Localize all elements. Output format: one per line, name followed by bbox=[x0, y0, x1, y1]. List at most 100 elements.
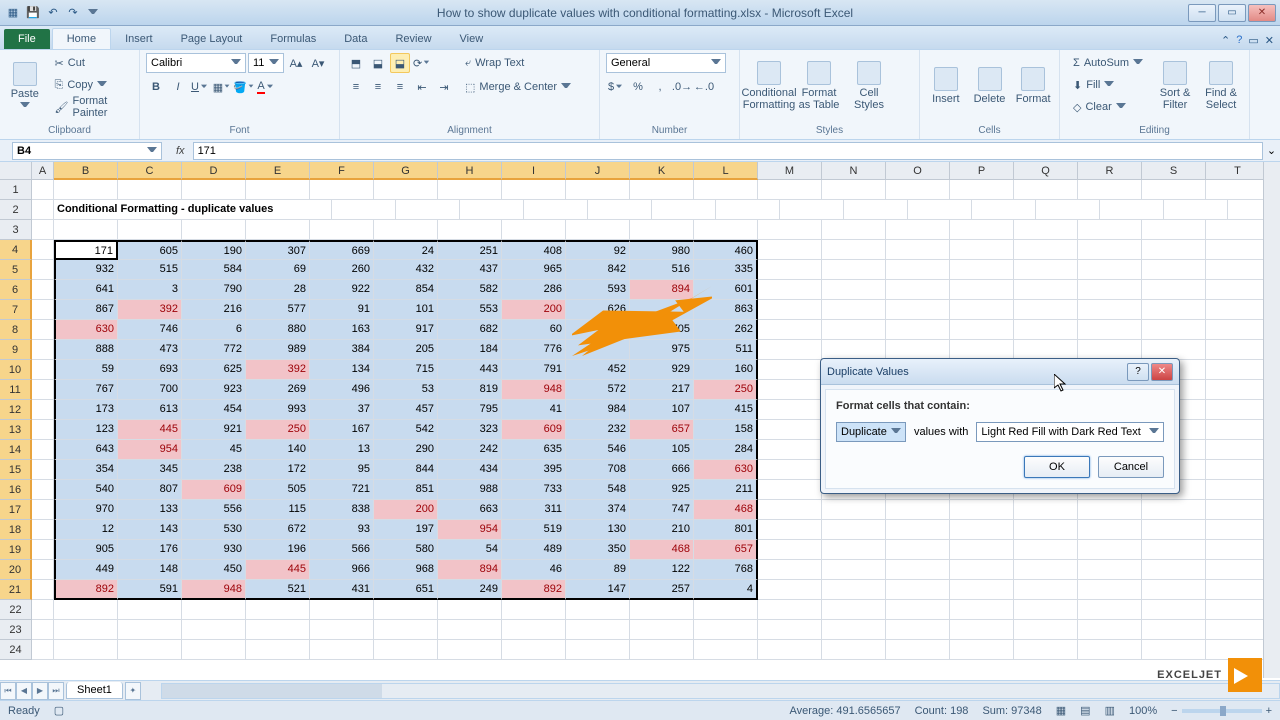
cell[interactable] bbox=[1014, 600, 1078, 620]
cell[interactable]: 216 bbox=[182, 300, 246, 320]
cell[interactable] bbox=[1206, 500, 1270, 520]
cell[interactable]: 921 bbox=[182, 420, 246, 440]
cell[interactable]: 819 bbox=[438, 380, 502, 400]
cell[interactable] bbox=[886, 280, 950, 300]
cell[interactable]: 210 bbox=[630, 520, 694, 540]
cell[interactable] bbox=[758, 220, 822, 240]
cell[interactable]: 437 bbox=[438, 260, 502, 280]
cell[interactable] bbox=[32, 300, 54, 320]
cell[interactable]: 140 bbox=[246, 440, 310, 460]
align-middle-icon[interactable]: ⬓ bbox=[368, 53, 388, 73]
row-header[interactable]: 18 bbox=[0, 520, 32, 540]
dialog-close-button[interactable]: ✕ bbox=[1151, 363, 1173, 381]
cell[interactable] bbox=[332, 200, 396, 220]
cell[interactable] bbox=[310, 180, 374, 200]
cell[interactable] bbox=[822, 220, 886, 240]
cell[interactable]: 454 bbox=[182, 400, 246, 420]
cell[interactable] bbox=[32, 440, 54, 460]
cell[interactable]: 515 bbox=[118, 260, 182, 280]
cell[interactable]: 922 bbox=[310, 280, 374, 300]
cell[interactable] bbox=[1206, 580, 1270, 600]
cell[interactable] bbox=[310, 640, 374, 660]
cell[interactable] bbox=[886, 580, 950, 600]
column-header[interactable]: T bbox=[1206, 162, 1270, 180]
cell[interactable]: 457 bbox=[374, 400, 438, 420]
cell[interactable] bbox=[310, 620, 374, 640]
cell[interactable] bbox=[502, 600, 566, 620]
cell[interactable]: 988 bbox=[438, 480, 502, 500]
cell[interactable]: 176 bbox=[118, 540, 182, 560]
cell[interactable] bbox=[1142, 320, 1206, 340]
comma-icon[interactable]: , bbox=[650, 77, 670, 97]
cell[interactable]: 682 bbox=[438, 320, 502, 340]
cell[interactable] bbox=[1142, 300, 1206, 320]
cell[interactable] bbox=[1206, 320, 1270, 340]
cell[interactable]: 966 bbox=[310, 560, 374, 580]
cell[interactable] bbox=[886, 520, 950, 540]
cell[interactable] bbox=[1142, 640, 1206, 660]
cell-styles-button[interactable]: Cell Styles bbox=[846, 53, 892, 119]
wrap-text-button[interactable]: ⤶ Wrap Text bbox=[458, 53, 578, 73]
cell[interactable] bbox=[182, 220, 246, 240]
cell[interactable] bbox=[1014, 520, 1078, 540]
cell[interactable] bbox=[32, 480, 54, 500]
cell[interactable]: 395 bbox=[502, 460, 566, 480]
cell[interactable] bbox=[758, 320, 822, 340]
cell[interactable]: 434 bbox=[438, 460, 502, 480]
cell[interactable]: 605 bbox=[118, 240, 182, 260]
cell[interactable]: 521 bbox=[246, 580, 310, 600]
cell[interactable]: 60 bbox=[502, 320, 566, 340]
cell[interactable]: 965 bbox=[502, 260, 566, 280]
cell[interactable]: 540 bbox=[54, 480, 118, 500]
horizontal-scrollbar[interactable] bbox=[161, 683, 1280, 699]
cell[interactable] bbox=[32, 180, 54, 200]
cell[interactable]: 89 bbox=[566, 560, 630, 580]
cell[interactable]: 625 bbox=[182, 360, 246, 380]
cell[interactable] bbox=[1142, 260, 1206, 280]
cell[interactable] bbox=[716, 200, 780, 220]
cell[interactable] bbox=[1014, 320, 1078, 340]
decrease-decimal-icon[interactable]: ←.0 bbox=[694, 77, 714, 97]
cell[interactable] bbox=[1142, 180, 1206, 200]
cell[interactable]: 24 bbox=[374, 240, 438, 260]
cell[interactable]: 584 bbox=[182, 260, 246, 280]
cell[interactable] bbox=[374, 640, 438, 660]
cell[interactable] bbox=[32, 280, 54, 300]
paste-button[interactable]: Paste bbox=[6, 53, 44, 119]
number-format-combo[interactable]: General bbox=[606, 53, 726, 73]
cell[interactable] bbox=[54, 640, 118, 660]
cell[interactable]: 556 bbox=[182, 500, 246, 520]
cell[interactable]: 657 bbox=[694, 540, 758, 560]
cell[interactable] bbox=[1206, 280, 1270, 300]
cell[interactable] bbox=[182, 620, 246, 640]
cell[interactable]: 657 bbox=[630, 420, 694, 440]
cell[interactable]: 250 bbox=[246, 420, 310, 440]
cell[interactable] bbox=[460, 200, 524, 220]
cell[interactable] bbox=[588, 200, 652, 220]
cell[interactable] bbox=[182, 600, 246, 620]
cell[interactable]: 91 bbox=[310, 300, 374, 320]
column-header[interactable]: J bbox=[566, 162, 630, 180]
cell[interactable]: 249 bbox=[438, 580, 502, 600]
cell[interactable] bbox=[438, 180, 502, 200]
cell[interactable]: 445 bbox=[246, 560, 310, 580]
column-header[interactable]: L bbox=[694, 162, 758, 180]
cell[interactable] bbox=[694, 620, 758, 640]
cell[interactable] bbox=[1206, 440, 1270, 460]
row-header[interactable]: 11 bbox=[0, 380, 32, 400]
cell[interactable]: 851 bbox=[374, 480, 438, 500]
cell[interactable]: 432 bbox=[374, 260, 438, 280]
cell[interactable]: 548 bbox=[566, 480, 630, 500]
minimize-button[interactable]: ─ bbox=[1188, 4, 1216, 22]
cell[interactable]: 566 bbox=[310, 540, 374, 560]
cell[interactable] bbox=[182, 180, 246, 200]
delete-cells-button[interactable]: Delete bbox=[970, 53, 1010, 119]
cell[interactable] bbox=[822, 580, 886, 600]
cell[interactable] bbox=[1206, 260, 1270, 280]
cell[interactable]: 37 bbox=[310, 400, 374, 420]
cell[interactable]: 768 bbox=[694, 560, 758, 580]
cell[interactable]: 747 bbox=[630, 500, 694, 520]
cell[interactable]: 167 bbox=[310, 420, 374, 440]
cell[interactable] bbox=[502, 640, 566, 660]
column-header[interactable]: G bbox=[374, 162, 438, 180]
